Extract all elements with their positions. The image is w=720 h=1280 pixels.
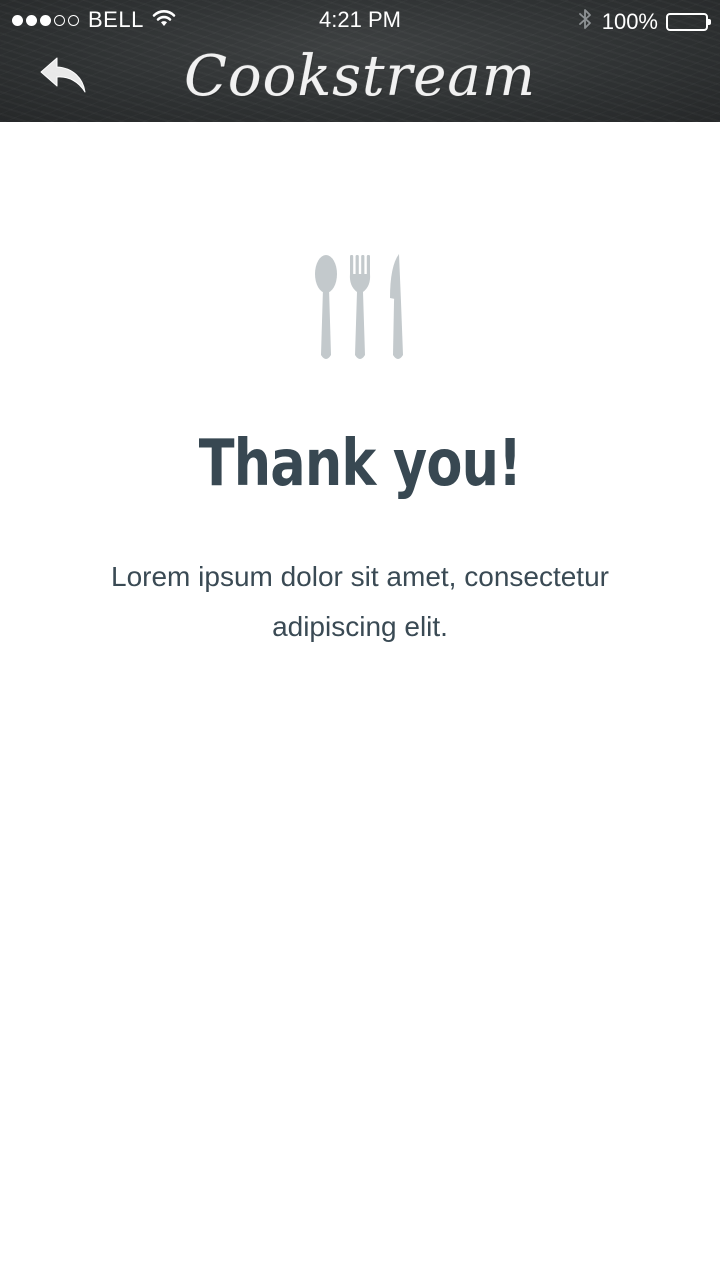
- bluetooth-icon: [578, 7, 592, 37]
- status-bar: BELL 4:21 PM 100%: [0, 0, 720, 40]
- utensils-icon: [310, 252, 410, 364]
- app-logo-title: Cookstream: [184, 44, 536, 109]
- app-header: BELL 4:21 PM 100% Cookstream: [0, 0, 720, 122]
- battery-icon: [666, 13, 711, 31]
- thank-you-heading: Thank you!: [198, 427, 522, 501]
- status-right: 100%: [578, 7, 711, 37]
- confirmation-message: Lorem ipsum dolor sit amet, consectetur …: [111, 561, 609, 642]
- battery-percent: 100%: [601, 9, 658, 34]
